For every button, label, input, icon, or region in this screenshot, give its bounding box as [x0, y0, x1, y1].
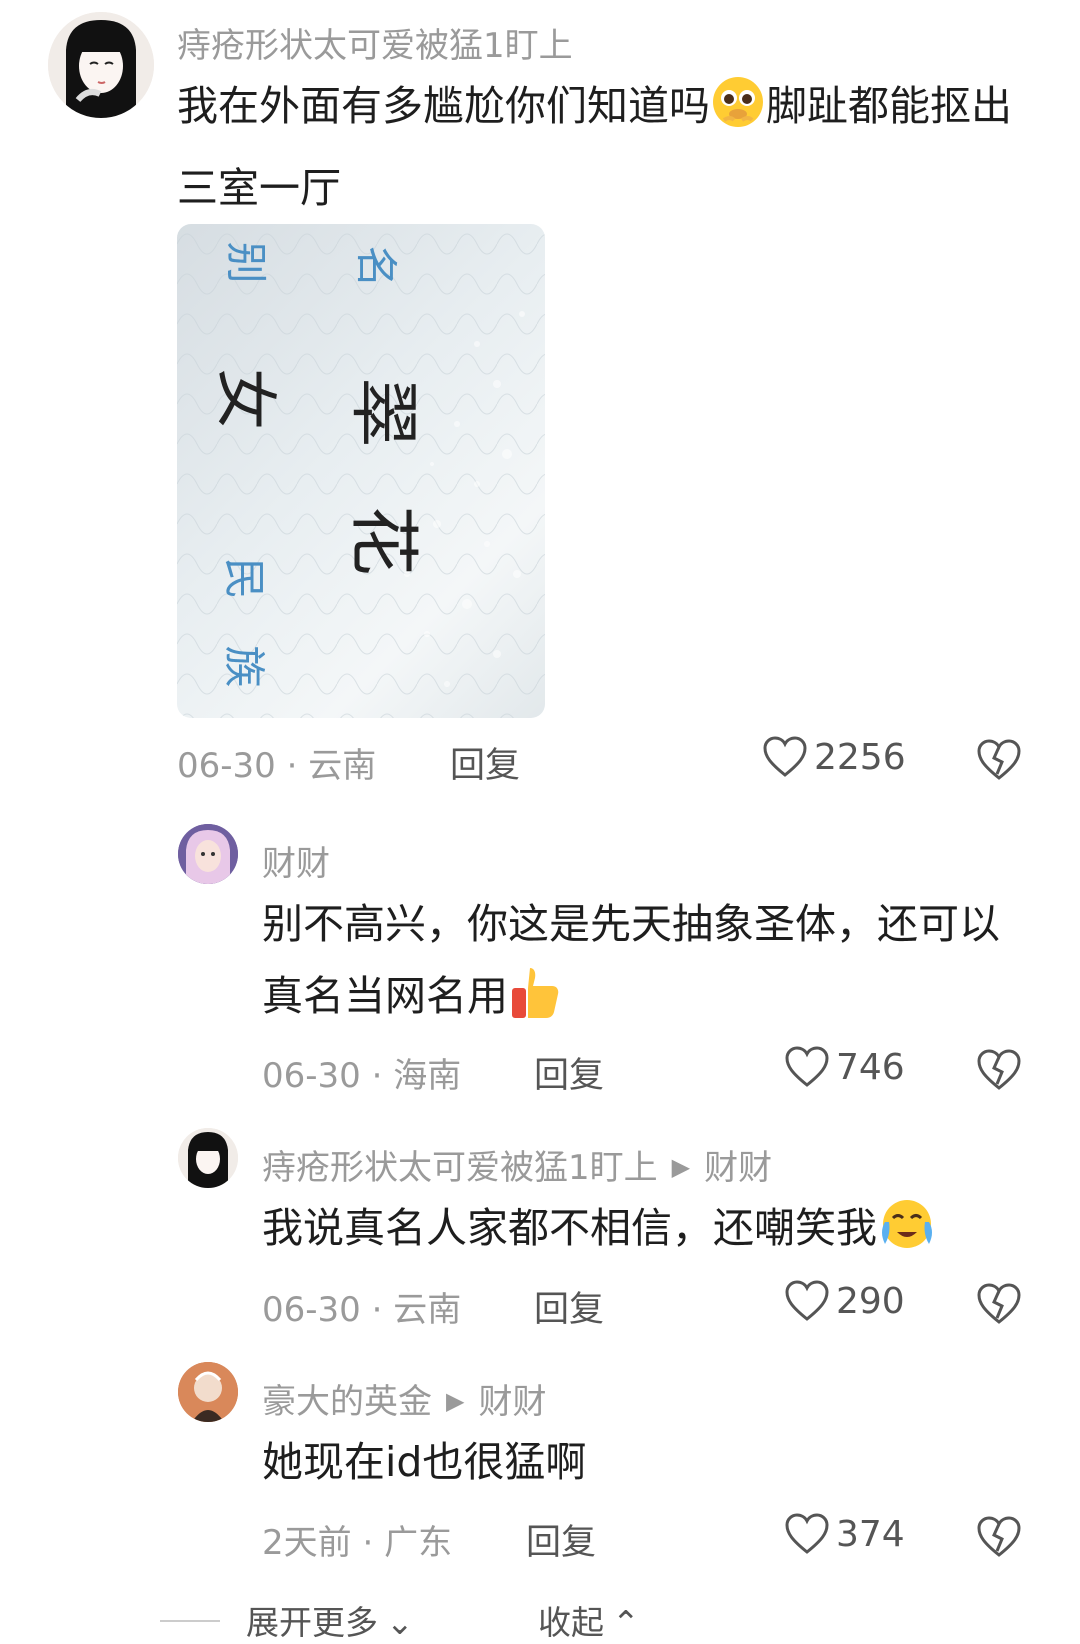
id-sex-value: 女 — [209, 367, 283, 431]
comment-location: 云南 — [308, 746, 377, 786]
reply-button[interactable]: 回复 — [534, 1281, 604, 1332]
like-button[interactable]: 374 — [784, 1512, 905, 1556]
comment-image[interactable] — [177, 224, 545, 718]
username: 豪大的英金 ▶ 财财 — [262, 1374, 546, 1423]
collapse-button[interactable]: 收起 ⌃ — [538, 1596, 640, 1644]
avatar[interactable] — [178, 1128, 238, 1188]
expand-more-label: 展开更多 — [246, 1603, 378, 1642]
username-link[interactable]: 豪大的英金 — [262, 1382, 432, 1422]
comment-text: 别不高兴，你这是先天抽象圣体，还可以真名当网名用 — [262, 888, 1032, 1042]
reply-button[interactable]: 回复 — [450, 737, 520, 788]
chevron-down-icon: ⌄ — [386, 1603, 414, 1642]
collapse-label: 收起 — [538, 1603, 604, 1642]
comment-footer: 展开更多 ⌄ 收起 ⌃ — [0, 1596, 1080, 1642]
dislike-button[interactable] — [976, 1282, 1022, 1330]
id-label-sex: 别 — [221, 241, 271, 284]
broken-heart-icon — [976, 1283, 1022, 1330]
id-name-value-1: 翠 — [342, 377, 425, 448]
comment-text-body: 别不高兴，你这是先天抽象圣体，还可以真名当网名用 — [262, 900, 1000, 1020]
chevron-up-icon: ⌃ — [612, 1603, 640, 1642]
like-button[interactable]: 746 — [784, 1045, 905, 1089]
comment-location: 云南 — [393, 1290, 462, 1330]
comment-meta: 06-30 · 海南 — [262, 1056, 462, 1096]
username: 痔疮形状太可爱被猛1盯上 ▶ 财财 — [262, 1140, 772, 1189]
avatar[interactable] — [178, 1362, 238, 1422]
reply-button[interactable]: 回复 — [526, 1514, 596, 1565]
like-count: 290 — [836, 1281, 905, 1322]
reply-button[interactable]: 回复 — [534, 1047, 604, 1098]
reply-to-username[interactable]: 财财 — [704, 1148, 772, 1188]
comment-text: 她现在id也很猛啊 — [262, 1426, 1042, 1498]
crying-face-emoji-icon — [877, 1196, 937, 1274]
id-name-value-2: 花 — [342, 505, 425, 576]
comment-location: 广东 — [384, 1523, 453, 1563]
dislike-button[interactable] — [976, 1048, 1022, 1096]
comment-date: 06-30 — [262, 1290, 361, 1330]
comment-date: 06-30 — [177, 746, 276, 786]
dislike-button[interactable] — [976, 738, 1022, 786]
id-label-name: 名 — [351, 245, 401, 288]
broken-heart-icon — [976, 1516, 1022, 1563]
comment-text: 我在外面有多尴尬你们知道吗 脚趾都能抠出三室一厅 — [177, 70, 1037, 224]
reply-arrow-icon: ▶ — [671, 1153, 691, 1181]
divider — [160, 1620, 220, 1622]
avatar[interactable] — [178, 824, 238, 884]
like-button[interactable]: 290 — [784, 1279, 905, 1323]
like-button[interactable]: 2256 — [762, 735, 906, 779]
comment-text-body: 我说真名人家都不相信，还嘲笑我 — [262, 1204, 877, 1252]
username[interactable]: 财财 — [262, 836, 330, 885]
username-link[interactable]: 痔疮形状太可爱被猛1盯上 — [262, 1148, 658, 1188]
comment-text: 我说真名人家都不相信，还嘲笑我 — [262, 1192, 1042, 1274]
like-count: 374 — [836, 1514, 905, 1555]
comment-text-part1: 我在外面有多尴尬你们知道吗 — [177, 82, 710, 130]
comment-location: 海南 — [393, 1056, 462, 1096]
comment-meta: 06-30 · 云南 — [262, 1290, 462, 1330]
like-count: 2256 — [814, 737, 906, 778]
heart-icon — [784, 1046, 836, 1088]
id-label-ethnic: 民 — [219, 557, 269, 600]
id-label-ethnic-2: 族 — [219, 645, 269, 688]
broken-heart-icon — [976, 1049, 1022, 1096]
username[interactable]: 痔疮形状太可爱被猛1盯上 — [177, 18, 573, 67]
comment-meta: 2天前 · 广东 — [262, 1523, 453, 1563]
broken-heart-icon — [976, 739, 1022, 786]
comment-text-body: 她现在id也很猛啊 — [262, 1438, 587, 1486]
reply-to-username[interactable]: 财财 — [478, 1382, 546, 1422]
comment-date: 06-30 — [262, 1056, 361, 1096]
comment-meta: 06-30 · 云南 — [177, 746, 377, 786]
heart-icon — [762, 736, 814, 778]
thumbs-up-emoji-icon — [508, 964, 564, 1042]
expand-more-button[interactable]: 展开更多 ⌄ — [246, 1596, 414, 1644]
heart-icon — [784, 1280, 836, 1322]
comment-date: 2天前 — [262, 1523, 352, 1563]
heart-icon — [784, 1513, 836, 1555]
pleading-face-emoji-icon — [710, 74, 766, 152]
like-count: 746 — [836, 1047, 905, 1088]
reply-arrow-icon: ▶ — [446, 1387, 465, 1415]
avatar[interactable] — [48, 12, 154, 118]
dislike-button[interactable] — [976, 1515, 1022, 1563]
